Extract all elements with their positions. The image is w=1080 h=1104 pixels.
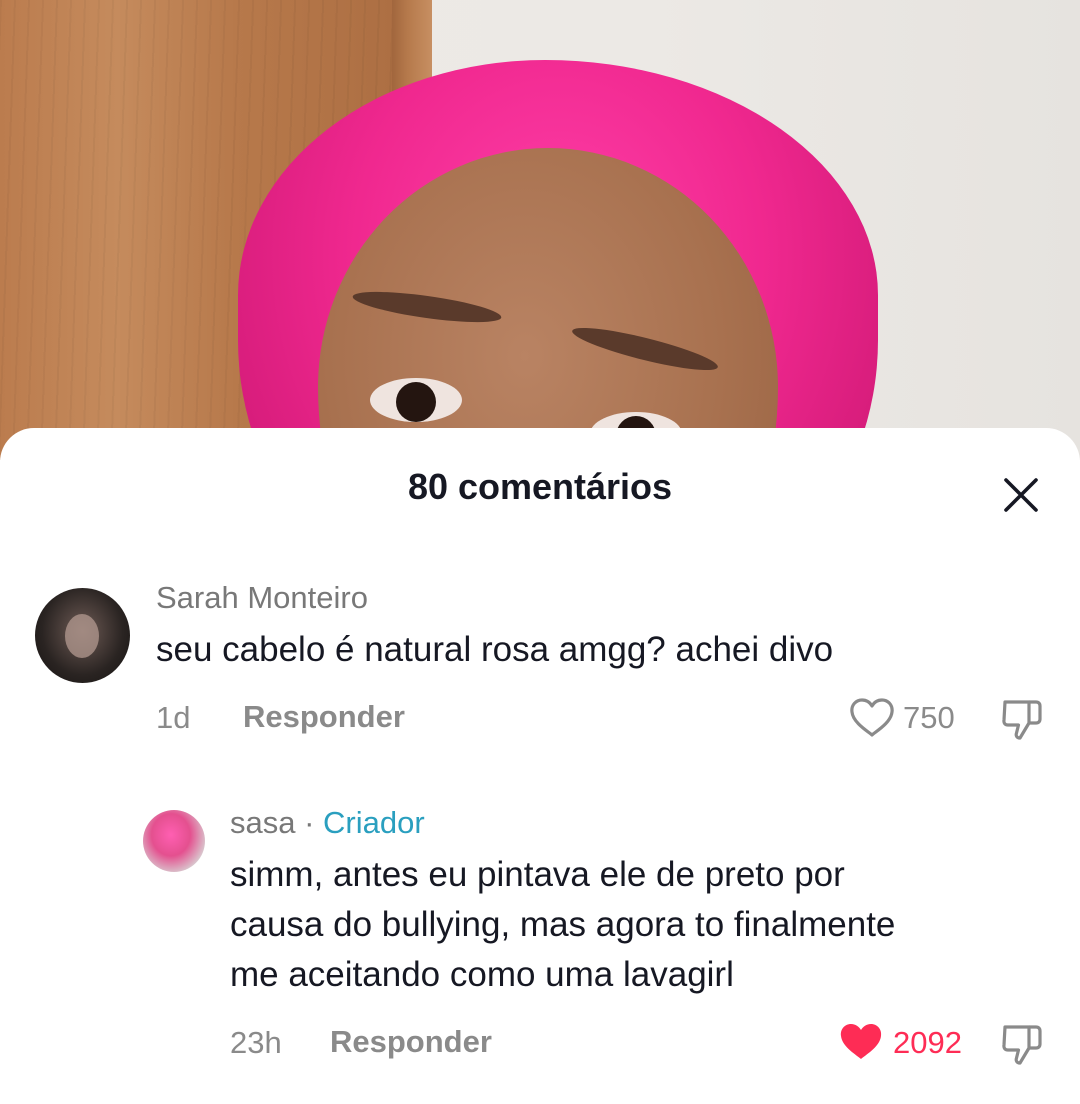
comment-username[interactable]: Sarah Monteiro: [156, 580, 368, 616]
reply-button[interactable]: Responder: [243, 699, 405, 735]
reply-button[interactable]: Responder: [330, 1024, 492, 1060]
video-background: [0, 0, 1080, 460]
comment-time: 23h: [230, 1025, 282, 1060]
comments-count-title: 80 comentários: [407, 466, 673, 507]
left-eye: [370, 378, 462, 422]
close-icon[interactable]: [1001, 475, 1041, 515]
comment-line: causa do bullying, mas agora to finalmen…: [230, 905, 896, 944]
comment-line: me aceitando como uma lavagirl: [230, 955, 734, 994]
comment-username[interactable]: sasa: [230, 805, 295, 840]
reply-username-line: sasa · Criador: [230, 805, 425, 841]
like-count: 750: [903, 700, 955, 735]
avatar[interactable]: [143, 810, 205, 872]
comment-text: simm, antes eu pintava ele de preto por …: [230, 850, 895, 1000]
thumbs-down-icon[interactable]: [1000, 698, 1046, 742]
avatar[interactable]: [35, 588, 130, 683]
heart-filled-icon[interactable]: [838, 1022, 884, 1062]
comment-line: simm, antes eu pintava ele de preto por: [230, 855, 845, 894]
comments-sheet: 80 comentários Sarah Monteiro seu cabelo…: [0, 428, 1080, 1104]
like-count: 2092: [893, 1025, 962, 1060]
creator-badge: Criador: [323, 805, 425, 840]
thumbs-down-icon[interactable]: [1000, 1023, 1046, 1067]
comment-text: seu cabelo é natural rosa amgg? achei di…: [156, 630, 834, 669]
heart-outline-icon[interactable]: [849, 698, 895, 738]
separator: ·: [295, 805, 324, 840]
comment-time: 1d: [156, 700, 191, 735]
